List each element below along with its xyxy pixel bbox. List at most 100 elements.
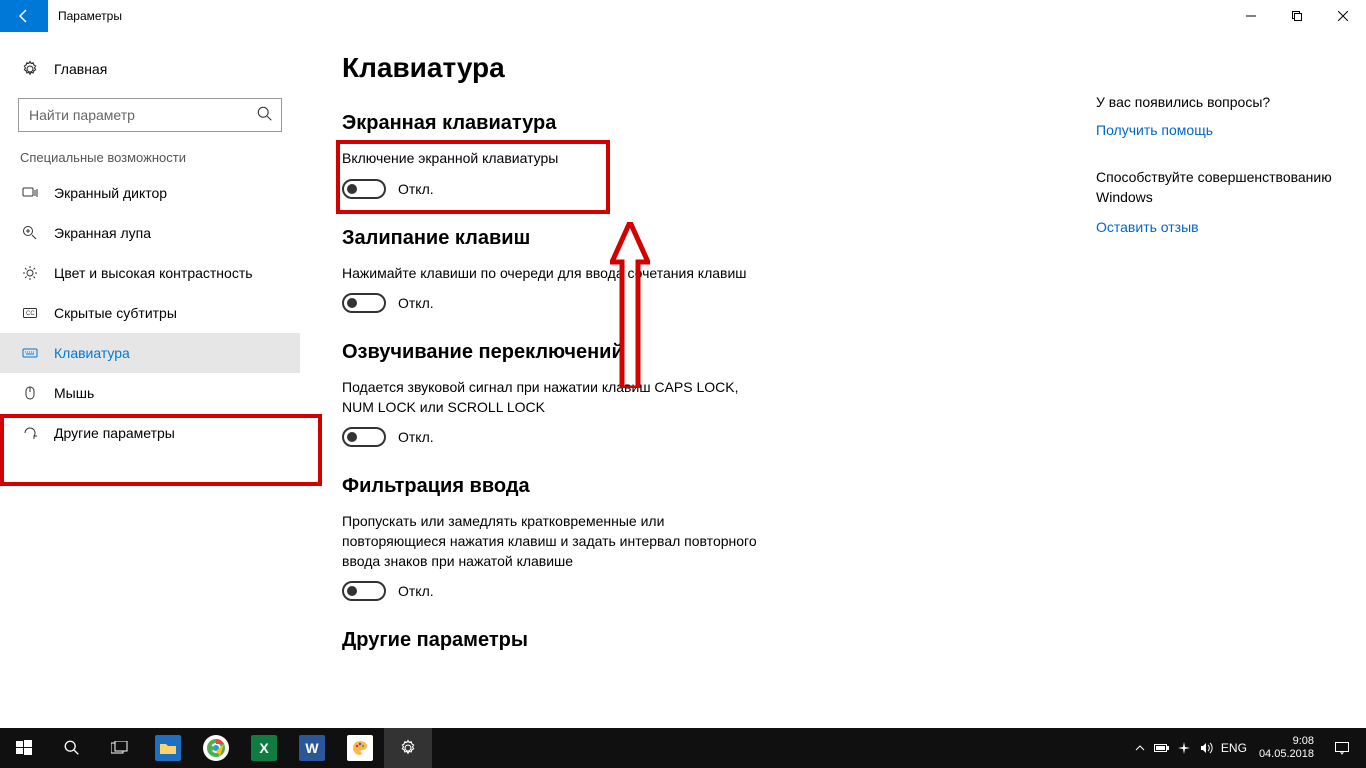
arrow-left-icon: [16, 8, 32, 24]
home-button[interactable]: Главная: [0, 50, 300, 88]
titlebar: Параметры: [0, 0, 1366, 32]
toggle-state-sticky: Откл.: [398, 295, 434, 311]
section-title-filter: Фильтрация ввода: [342, 475, 1066, 498]
minimize-button[interactable]: [1228, 0, 1274, 32]
airplane-icon: [1177, 741, 1191, 755]
sidebar-item-magnifier[interactable]: Экранная лупа: [0, 213, 300, 253]
toggle-row-osk: Откл.: [342, 179, 1066, 199]
setting-label-filter: Пропускать или замедлять кратковременные…: [342, 512, 762, 571]
system-tray: ENG 9:08 04.05.2018: [1129, 728, 1366, 768]
keyboard-icon: [20, 345, 40, 361]
maximize-button[interactable]: [1274, 0, 1320, 32]
sidebar-item-contrast[interactable]: Цвет и высокая контрастность: [0, 253, 300, 293]
sidebar-group-title: Специальные возможности: [0, 150, 300, 173]
narrator-icon: [20, 185, 40, 201]
tray-volume[interactable]: [1195, 728, 1217, 768]
action-center-button[interactable]: [1322, 728, 1362, 768]
sidebar-item-label: Клавиатура: [54, 345, 130, 361]
gear-icon: [399, 739, 417, 757]
gear-icon: [20, 60, 40, 78]
back-button[interactable]: [0, 0, 48, 32]
toggle-state-filter: Откл.: [398, 583, 434, 599]
section-title-togglekeys: Озвучивание переключений: [342, 341, 1066, 364]
toggle-sticky[interactable]: [342, 293, 386, 313]
mouse-icon: [20, 385, 40, 401]
sidebar: Главная Специальные возможности Экранный…: [0, 32, 300, 728]
taskbar-app-paint[interactable]: [336, 728, 384, 768]
sidebar-item-label: Цвет и высокая контрастность: [54, 265, 253, 281]
toggle-state-osk: Откл.: [398, 181, 434, 197]
search-wrap: [18, 98, 282, 132]
sidebar-item-captions[interactable]: CC Скрытые субтитры: [0, 293, 300, 333]
battery-icon: [1154, 743, 1170, 753]
toggle-togglekeys[interactable]: [342, 427, 386, 447]
taskbar-search-button[interactable]: [48, 728, 96, 768]
section-title-osk: Экранная клавиатура: [342, 112, 1066, 135]
improve-text: Способствуйте совершенствованию Windows: [1096, 168, 1346, 207]
toggle-osk[interactable]: [342, 179, 386, 199]
window-controls: [1228, 0, 1366, 32]
taskbar-app-explorer[interactable]: [144, 728, 192, 768]
tray-clock[interactable]: 9:08 04.05.2018: [1251, 735, 1322, 761]
questions-heading: У вас появились вопросы?: [1096, 94, 1346, 110]
section-title-sticky: Залипание клавиш: [342, 227, 1066, 250]
minimize-icon: [1246, 11, 1256, 21]
refresh-icon: [20, 425, 40, 441]
task-view-button[interactable]: [96, 728, 144, 768]
sidebar-item-label: Экранная лупа: [54, 225, 151, 241]
taskbar-app-word[interactable]: W: [288, 728, 336, 768]
section-title-other: Другие параметры: [342, 629, 1066, 652]
search-input[interactable]: [18, 98, 282, 132]
sidebar-item-label: Экранный диктор: [54, 185, 167, 201]
toggle-row-filter: Откл.: [342, 581, 1066, 601]
sidebar-item-narrator[interactable]: Экранный диктор: [0, 173, 300, 213]
toggle-knob: [347, 586, 357, 596]
tray-language[interactable]: ENG: [1217, 728, 1251, 768]
home-label: Главная: [54, 61, 107, 77]
sidebar-item-label: Скрытые субтитры: [54, 305, 177, 321]
taskbar-app-excel[interactable]: X: [240, 728, 288, 768]
content: Клавиатура Экранная клавиатура Включение…: [300, 32, 1096, 728]
taskbar: X W ENG 9:08 04.05.2018: [0, 728, 1366, 768]
toggle-knob: [347, 298, 357, 308]
svg-text:CC: CC: [26, 311, 35, 317]
captions-icon: CC: [20, 305, 40, 321]
close-button[interactable]: [1320, 0, 1366, 32]
start-button[interactable]: [0, 728, 48, 768]
toggle-row-sticky: Откл.: [342, 293, 1066, 313]
tray-overflow[interactable]: [1129, 728, 1151, 768]
sidebar-item-label: Другие параметры: [54, 425, 175, 441]
toggle-row-togglekeys: Откл.: [342, 427, 1066, 447]
tray-airplane[interactable]: [1173, 728, 1195, 768]
folder-icon: [160, 742, 176, 754]
search-icon: [256, 105, 274, 123]
palette-icon: [351, 739, 369, 757]
brightness-icon: [20, 265, 40, 281]
body: Главная Специальные возможности Экранный…: [0, 32, 1366, 728]
chrome-icon: [206, 738, 226, 758]
chevron-up-icon: [1135, 743, 1145, 753]
clock-time: 9:08: [1293, 735, 1314, 748]
toggle-knob: [347, 184, 357, 194]
sidebar-item-other[interactable]: Другие параметры: [0, 413, 300, 453]
taskbar-app-settings[interactable]: [384, 728, 432, 768]
toggle-state-togglekeys: Откл.: [398, 429, 434, 445]
magnifier-icon: [20, 225, 40, 241]
toggle-knob: [347, 432, 357, 442]
sidebar-item-mouse[interactable]: Мышь: [0, 373, 300, 413]
setting-label-osk: Включение экранной клавиатуры: [342, 149, 762, 169]
windows-icon: [16, 740, 32, 756]
toggle-filter[interactable]: [342, 581, 386, 601]
notification-icon: [1334, 740, 1350, 756]
close-icon: [1338, 11, 1348, 21]
setting-label-sticky: Нажимайте клавиши по очереди для ввода с…: [342, 264, 762, 284]
task-view-icon: [111, 741, 129, 755]
taskbar-app-chrome[interactable]: [192, 728, 240, 768]
sidebar-item-keyboard[interactable]: Клавиатура: [0, 333, 300, 373]
maximize-icon: [1292, 11, 1302, 21]
search-icon: [63, 739, 81, 757]
tray-battery[interactable]: [1151, 728, 1173, 768]
get-help-link[interactable]: Получить помощь: [1096, 122, 1346, 138]
clock-date: 04.05.2018: [1259, 748, 1314, 761]
feedback-link[interactable]: Оставить отзыв: [1096, 219, 1346, 235]
